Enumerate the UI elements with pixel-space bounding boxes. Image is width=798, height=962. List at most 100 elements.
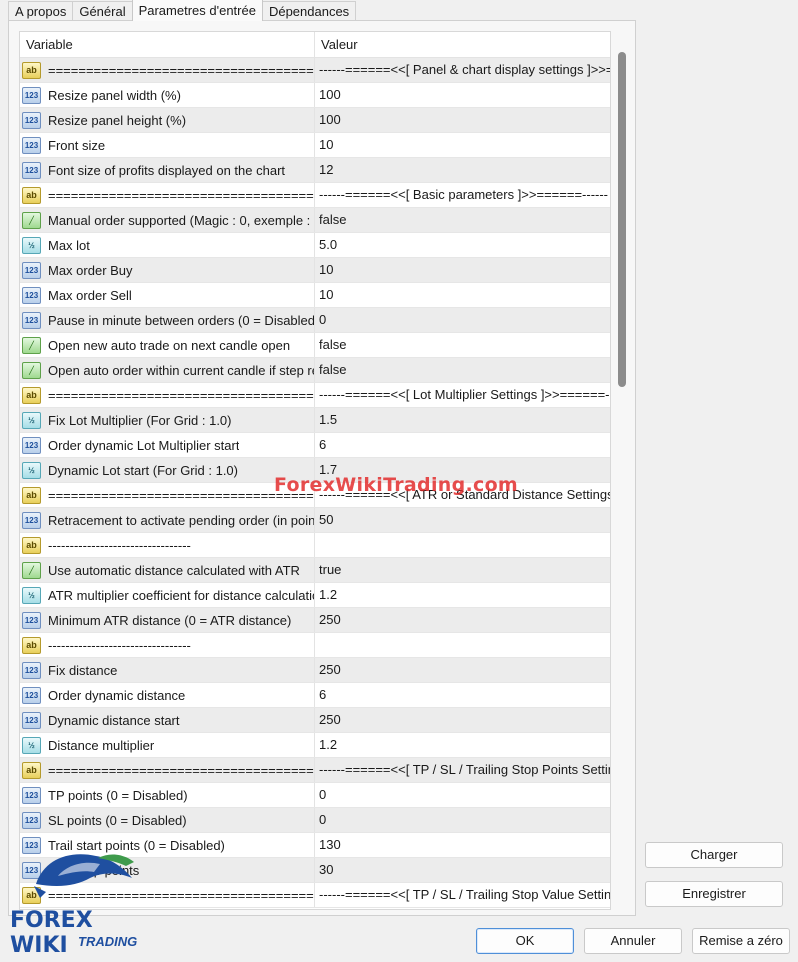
cell-value[interactable]: ------======<<[ TP / SL / Trailing Stop … bbox=[315, 883, 610, 907]
cell-value[interactable]: 0 bbox=[315, 783, 610, 807]
table-row[interactable]: 123 Front size 10 bbox=[20, 133, 610, 158]
table-row[interactable]: ╱ Open auto order within current candle i… bbox=[20, 358, 610, 383]
cell-value[interactable]: false bbox=[315, 208, 610, 232]
variable-label: Dynamic Lot start (For Grid : 1.0) bbox=[48, 462, 238, 478]
cell-value[interactable]: 50 bbox=[315, 508, 610, 532]
cell-value[interactable]: 12 bbox=[315, 158, 610, 182]
cell-value[interactable] bbox=[315, 633, 610, 657]
table-row[interactable]: ½ ATR multiplier coefficient for distance… bbox=[20, 583, 610, 608]
table-row[interactable]: 123 Retracement to activate pending order… bbox=[20, 508, 610, 533]
column-header-variable[interactable]: Variable bbox=[20, 32, 315, 57]
table-row[interactable]: ½ Max lot 5.0 bbox=[20, 233, 610, 258]
variable-label: Front size bbox=[48, 137, 106, 153]
table-row[interactable]: ½ Fix Lot Multiplier (For Grid : 1.0) 1.5 bbox=[20, 408, 610, 433]
table-row[interactable]: ab =================================== ---… bbox=[20, 183, 610, 208]
tab-general[interactable]: Général bbox=[72, 1, 133, 21]
cell-value[interactable]: 1.2 bbox=[315, 733, 610, 757]
cell-value[interactable]: ------======<<[ TP / SL / Trailing Stop … bbox=[315, 758, 610, 782]
table-row[interactable]: 123 Font size of profits displayed on the… bbox=[20, 158, 610, 183]
cell-variable: 123 Max order Sell bbox=[20, 283, 315, 307]
cell-value[interactable]: ------======<<[ Lot Multiplier Settings … bbox=[315, 383, 610, 407]
cell-value[interactable]: 100 bbox=[315, 83, 610, 107]
cell-value[interactable] bbox=[315, 533, 610, 557]
integer-icon: 123 bbox=[22, 661, 41, 679]
load-button[interactable]: Charger bbox=[645, 842, 783, 868]
table-row[interactable]: 123 Minimum ATR distance (0 = ATR distanc… bbox=[20, 608, 610, 633]
integer-icon: 123 bbox=[22, 436, 41, 454]
table-row[interactable]: 123 SL points (0 = Disabled) 0 bbox=[20, 808, 610, 833]
variable-label: Open auto order within current candle if… bbox=[48, 362, 314, 378]
double-icon: ½ bbox=[22, 586, 41, 604]
table-row[interactable]: ab =================================== ---… bbox=[20, 483, 610, 508]
integer-icon: 123 bbox=[22, 511, 41, 529]
cell-value[interactable]: false bbox=[315, 333, 610, 357]
table-row[interactable]: ½ Dynamic Lot start (For Grid : 1.0) 1.7 bbox=[20, 458, 610, 483]
cell-value[interactable]: 250 bbox=[315, 608, 610, 632]
cell-value[interactable]: true bbox=[315, 558, 610, 582]
cell-value[interactable]: 130 bbox=[315, 833, 610, 857]
cell-variable: ab =================================== bbox=[20, 758, 315, 782]
cell-value[interactable]: 100 bbox=[315, 108, 610, 132]
table-row[interactable]: 123 Order dynamic distance 6 bbox=[20, 683, 610, 708]
integer-icon: 123 bbox=[22, 711, 41, 729]
save-button[interactable]: Enregistrer bbox=[645, 881, 783, 907]
table-row[interactable]: 123 Max order Buy 10 bbox=[20, 258, 610, 283]
cell-value[interactable]: 10 bbox=[315, 283, 610, 307]
table-row[interactable]: ab =================================== ---… bbox=[20, 383, 610, 408]
table-row[interactable]: ╱ Use automatic distance calculated with … bbox=[20, 558, 610, 583]
tab-dependencies[interactable]: Dépendances bbox=[261, 1, 357, 21]
cell-value[interactable]: 0 bbox=[315, 808, 610, 832]
reset-button[interactable]: Remise a zéro bbox=[692, 928, 790, 954]
cell-value[interactable]: false bbox=[315, 358, 610, 382]
table-row[interactable]: ½ Distance multiplier 1.2 bbox=[20, 733, 610, 758]
tab-input-parameters[interactable]: Parametres d'entrée bbox=[131, 0, 263, 21]
cell-value[interactable]: 6 bbox=[315, 433, 610, 457]
variable-label: Minimum ATR distance (0 = ATR distance) bbox=[48, 612, 292, 628]
cell-value[interactable]: ------======<<[ Panel & chart display se… bbox=[315, 58, 610, 82]
table-row[interactable]: 123 Resize panel width (%) 100 bbox=[20, 83, 610, 108]
cell-variable: ab =================================== bbox=[20, 483, 315, 507]
table-row[interactable]: ab =================================== ---… bbox=[20, 58, 610, 83]
cell-value[interactable]: 10 bbox=[315, 133, 610, 157]
cell-value[interactable]: 250 bbox=[315, 708, 610, 732]
cell-value[interactable]: 250 bbox=[315, 658, 610, 682]
table-row[interactable]: 123 Pause in minute between orders (0 = D… bbox=[20, 308, 610, 333]
ok-button[interactable]: OK bbox=[476, 928, 574, 954]
table-row[interactable]: ab =================================== ---… bbox=[20, 758, 610, 783]
variable-label: Dynamic distance start bbox=[48, 712, 180, 728]
cell-value[interactable]: ------======<<[ ATR or Standard Distance… bbox=[315, 483, 610, 507]
variable-label: Manual order supported (Magic : 0, exemp… bbox=[48, 212, 314, 228]
integer-icon: 123 bbox=[22, 786, 41, 804]
table-row[interactable]: 123 Fix distance 250 bbox=[20, 658, 610, 683]
table-row[interactable]: 123 Dynamic distance start 250 bbox=[20, 708, 610, 733]
cell-value[interactable]: 10 bbox=[315, 258, 610, 282]
cell-value[interactable]: 1.2 bbox=[315, 583, 610, 607]
logo-text: FOREX WIKI bbox=[10, 908, 93, 958]
table-row[interactable]: ╱ Open new auto trade on next candle open… bbox=[20, 333, 610, 358]
cell-value[interactable]: 30 bbox=[315, 858, 610, 882]
scrollbar-thumb[interactable] bbox=[618, 52, 626, 387]
column-header-value[interactable]: Valeur bbox=[315, 32, 358, 57]
cancel-button[interactable]: Annuler bbox=[584, 928, 682, 954]
table-row[interactable]: ╱ Manual order supported (Magic : 0, exem… bbox=[20, 208, 610, 233]
cell-value[interactable]: 1.7 bbox=[315, 458, 610, 482]
table-row[interactable]: ab --------------------------------- bbox=[20, 633, 610, 658]
cell-value[interactable]: 0 bbox=[315, 308, 610, 332]
variable-label: ATR multiplier coefficient for distance … bbox=[48, 587, 314, 603]
cell-value[interactable]: 1.5 bbox=[315, 408, 610, 432]
table-row[interactable]: 123 TP points (0 = Disabled) 0 bbox=[20, 783, 610, 808]
table-row[interactable]: 123 Order dynamic Lot Multiplier start 6 bbox=[20, 433, 610, 458]
cell-value[interactable]: 5.0 bbox=[315, 233, 610, 257]
table-row[interactable]: 123 Max order Sell 10 bbox=[20, 283, 610, 308]
table-row[interactable]: ab --------------------------------- bbox=[20, 533, 610, 558]
tab-about[interactable]: A propos bbox=[8, 1, 74, 21]
cell-value[interactable]: 6 bbox=[315, 683, 610, 707]
cell-variable: 123 Font size of profits displayed on the… bbox=[20, 158, 315, 182]
cell-variable: ½ Distance multiplier bbox=[20, 733, 315, 757]
variable-label: =================================== bbox=[48, 62, 314, 78]
double-icon: ½ bbox=[22, 736, 41, 754]
table-row[interactable]: 123 Resize panel height (%) 100 bbox=[20, 108, 610, 133]
cell-value[interactable]: ------======<<[ Basic parameters ]>>====… bbox=[315, 183, 610, 207]
string-icon: ab bbox=[22, 386, 41, 404]
integer-icon: 123 bbox=[22, 161, 41, 179]
